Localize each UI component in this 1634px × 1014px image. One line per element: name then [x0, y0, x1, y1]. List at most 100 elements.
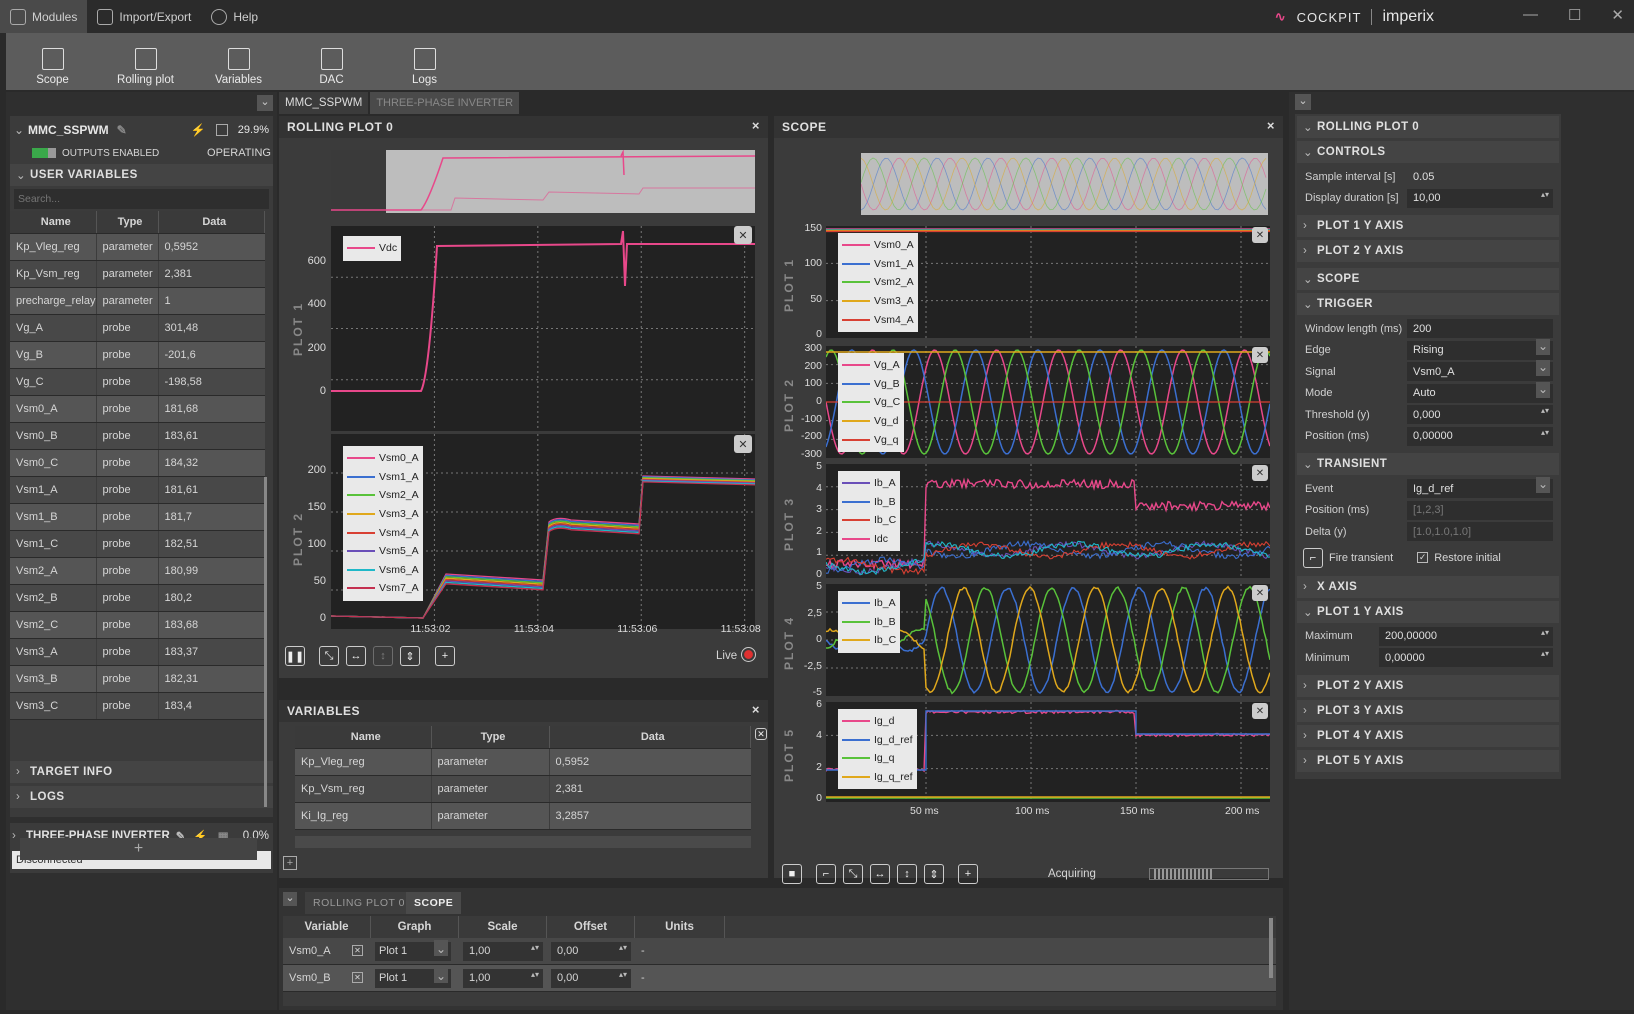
legend-item[interactable]: Idc — [842, 530, 896, 549]
close-rolling-plot-button[interactable]: × — [752, 118, 760, 133]
toolbar-logs-button[interactable]: Logs — [378, 35, 471, 90]
import-export-menu[interactable]: Import/Export — [87, 0, 201, 33]
user-variables-header[interactable]: ⌄ USER VARIABLES — [10, 164, 273, 186]
legend-item[interactable]: Vsm0_A — [842, 236, 914, 255]
event-select[interactable]: Ig_d_ref — [1407, 479, 1553, 498]
table-row[interactable]: Kp_Vsm_reg parameter 2,381 — [10, 260, 265, 287]
stop-icon[interactable]: ■ — [782, 864, 802, 884]
add-variable-icon[interactable]: + — [283, 856, 297, 870]
table-row[interactable]: Vsm1_C probe 182,51 — [10, 530, 265, 557]
fit-vertical-icon[interactable]: ↕ — [373, 646, 393, 666]
plug-icon[interactable]: ⚡ — [191, 123, 206, 137]
table-row[interactable]: Vsm2_B probe 180,2 — [10, 584, 265, 611]
column-header[interactable]: Name — [10, 211, 96, 233]
table-row[interactable]: Vsm2_C probe 183,68 — [10, 611, 265, 638]
legend-item[interactable]: Ib_C — [842, 511, 896, 530]
left-scrollbar[interactable] — [264, 477, 267, 807]
remove-signal-icon[interactable]: ✕ — [352, 972, 363, 983]
table-cell[interactable]: 2,381 — [158, 260, 265, 287]
table-cell[interactable]: 180,2 — [158, 584, 265, 611]
legend-item[interactable]: Vg_B — [842, 375, 900, 394]
legend-item[interactable]: Ig_q — [842, 749, 913, 768]
display-duration-input[interactable]: 10,00 — [1407, 189, 1553, 208]
graph-select[interactable]: Plot 1 — [375, 942, 451, 961]
graph-select[interactable]: Plot 1 — [375, 969, 451, 988]
toolbar-rolling-plot-button[interactable]: Rolling plot — [99, 35, 192, 90]
signal-select[interactable]: Vsm0_A — [1407, 362, 1553, 381]
tab-scope[interactable]: SCOPE — [406, 892, 461, 914]
position-input[interactable]: 0,00000 — [1407, 427, 1553, 446]
table-row[interactable]: Vg_B probe -201,6 — [10, 341, 265, 368]
collapse-right-button[interactable]: ⌄ — [1295, 94, 1311, 110]
fire-transient-icon[interactable]: ⌐ — [1303, 548, 1323, 568]
table-cell[interactable]: 181,7 — [158, 503, 265, 530]
rp-plot1-y-axis-header[interactable]: › PLOT 1 Y AXIS — [1297, 215, 1559, 237]
scope-plot-3-legend[interactable]: Ib_A Ib_B Ib_C Idc — [838, 471, 900, 551]
legend-item[interactable]: Vg_d — [842, 412, 900, 431]
table-row[interactable]: Vsm2_A probe 180,99 — [10, 557, 265, 584]
pause-icon[interactable]: ❚❚ — [285, 646, 305, 666]
column-header[interactable]: Data — [549, 726, 751, 748]
offset-input[interactable]: 0,00 — [551, 942, 631, 961]
close-scope-plot-icon[interactable]: ✕ — [1252, 465, 1268, 481]
restore-initial-checkbox[interactable]: ✓ — [1417, 552, 1428, 563]
bottom-scrollbar[interactable] — [1269, 918, 1273, 978]
legend-item[interactable]: Vsm0_A — [347, 449, 419, 468]
legend-item[interactable]: Vg_A — [842, 356, 900, 375]
variable-search[interactable] — [14, 189, 269, 209]
legend-item[interactable]: Vsm6_A — [347, 561, 419, 580]
close-plot-2-icon[interactable]: ✕ — [734, 435, 752, 453]
toolbar-dac-button[interactable]: DAC — [285, 35, 378, 90]
threshold-input[interactable]: 0,000 — [1407, 405, 1553, 424]
legend-item[interactable]: Vdc — [347, 239, 397, 258]
table-row[interactable]: Vsm0_C probe 184,32 — [10, 449, 265, 476]
fire-transient-label[interactable]: Fire transient — [1329, 552, 1393, 564]
fit-horizontal-icon[interactable]: ↔ — [346, 646, 366, 666]
column-header[interactable]: Type — [96, 211, 158, 233]
legend-item[interactable]: Ig_d — [842, 712, 913, 731]
column-header[interactable]: Data — [158, 211, 265, 233]
table-cell[interactable]: 183,4 — [158, 692, 265, 719]
scope-plot2-y-axis-header[interactable]: › PLOT 2 Y AXIS — [1297, 675, 1559, 697]
close-plot-1-icon[interactable]: ✕ — [734, 226, 752, 244]
legend-item[interactable]: Ib_A — [842, 594, 896, 613]
x-axis-header[interactable]: › X AXIS — [1297, 576, 1559, 598]
legend-item[interactable]: Ib_C — [842, 631, 896, 650]
zoom-vertical-icon[interactable]: ⇕ — [400, 646, 420, 666]
maximum-input[interactable]: 200,00000 — [1379, 627, 1553, 646]
live-indicator-icon[interactable] — [741, 647, 756, 662]
scale-input[interactable]: 1,00 — [463, 942, 543, 961]
minimize-button[interactable]: — — [1523, 6, 1538, 24]
table-row[interactable]: Vsm0_B probe 183,61 — [10, 422, 265, 449]
table-cell[interactable]: 183,68 — [158, 611, 265, 638]
add-plot-icon[interactable]: + — [958, 864, 978, 884]
scope-plot-1-legend[interactable]: Vsm0_A Vsm1_A Vsm2_A Vsm3_A Vsm4_A — [838, 233, 918, 332]
table-row[interactable]: Vsm3_B probe 182,31 — [10, 665, 265, 692]
controls-header[interactable]: ⌄ CONTROLS — [1297, 141, 1559, 163]
legend-item[interactable]: Vg_C — [842, 393, 900, 412]
legend-item[interactable]: Ig_q_ref — [842, 768, 913, 787]
tab-rolling-plot-0[interactable]: ROLLING PLOT 0 — [305, 892, 413, 914]
table-row[interactable]: Vsm1_A probe 181,61 — [10, 476, 265, 503]
table-row[interactable]: precharge_relay parameter 1 — [10, 287, 265, 314]
rolling-plot-1-legend[interactable]: Vdc — [343, 236, 401, 261]
legend-item[interactable]: Vg_q — [842, 430, 900, 449]
rolling-plot-overview[interactable] — [331, 150, 755, 213]
table-row[interactable]: Ki_Ig_reg parameter 3,2857 — [295, 802, 751, 829]
table-row[interactable]: Vsm1_B probe 181,7 — [10, 503, 265, 530]
table-row[interactable]: Vg_A probe 301,48 — [10, 314, 265, 341]
edit-icon[interactable]: ✎ — [117, 123, 127, 137]
close-scope-plot-icon[interactable]: ✕ — [1252, 227, 1268, 243]
modules-menu[interactable]: Modules — [0, 0, 87, 33]
fit-horizontal-icon[interactable]: ↔ — [870, 864, 890, 884]
signal-row[interactable]: Vsm0_A✕ Plot 1 1,00 0,00- — [283, 938, 1276, 965]
scale-input[interactable]: 1,00 — [463, 969, 543, 988]
close-window-button[interactable]: ✕ — [1611, 6, 1624, 24]
legend-item[interactable]: Ib_B — [842, 613, 896, 632]
delta-input[interactable]: [1.0,1.0,1.0] — [1407, 522, 1553, 541]
outputs-toggle[interactable] — [32, 148, 56, 158]
single-trigger-icon[interactable]: ⌐ — [816, 864, 836, 884]
mode-select[interactable]: Auto — [1407, 384, 1553, 403]
legend-item[interactable]: Vsm7_A — [347, 579, 419, 598]
search-input[interactable] — [18, 193, 269, 205]
